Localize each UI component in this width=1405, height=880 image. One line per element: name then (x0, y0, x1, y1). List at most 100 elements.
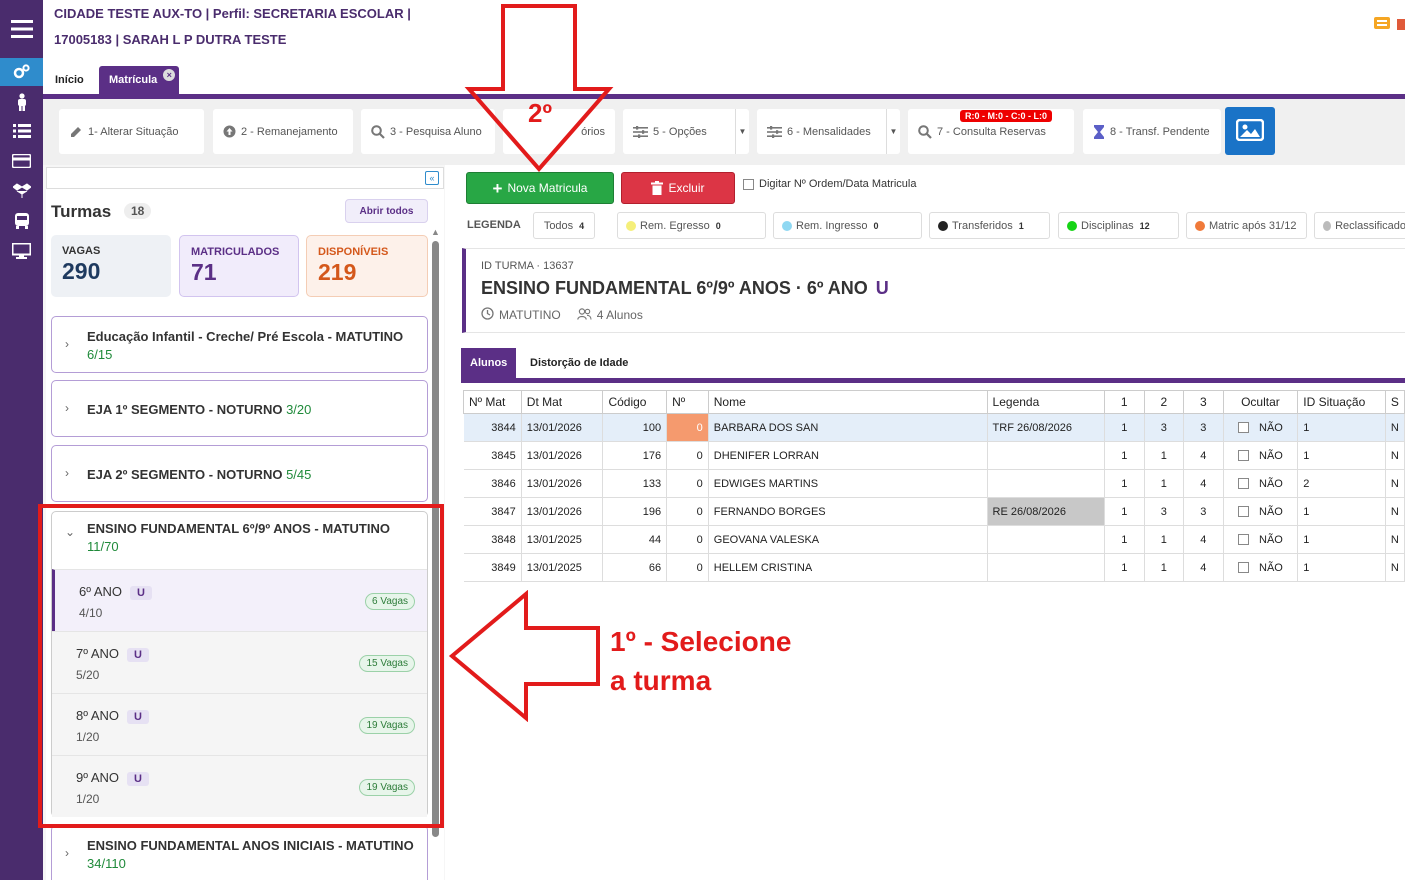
gears-icon[interactable] (0, 58, 43, 86)
turma-group-anos-iniciais[interactable]: › ENSINO FUNDAMENTAL ANOS INICIAIS - MAT… (51, 825, 428, 880)
cell-mat: 3844 (463, 413, 522, 442)
table-row[interactable]: 3847 13/01/2026 196 0 FERNANDO BORGES RE 26/0… (463, 497, 1405, 526)
disponiveis-label: DISPONÍVEIS (318, 246, 389, 258)
card-icon[interactable] (0, 147, 43, 175)
cell-nome: FERNANDO BORGES (708, 497, 988, 526)
tab-alunos[interactable]: Alunos (461, 348, 517, 378)
cell-c3: 3 (1183, 413, 1224, 442)
remanejamento-button[interactable]: 2 - Remanejamento (213, 109, 353, 154)
left-rail (0, 0, 43, 880)
legend-todos[interactable]: Todos 4 (533, 212, 595, 239)
col-3[interactable]: 3 (1183, 390, 1224, 414)
col-n[interactable]: Nº (666, 390, 709, 414)
consulta-reservas-button[interactable]: R:0 - M:0 - C:0 - L:0 7 - Consulta Reser… (908, 109, 1074, 154)
pencil-icon (69, 125, 83, 139)
opcoes-button[interactable]: 5 - Opções ▼ (623, 109, 749, 154)
cell-n: 0 (666, 413, 709, 442)
dropbox-icon[interactable] (0, 177, 43, 205)
header-user-line: 17005183 | SARAH L P DUTRA TESTE (54, 32, 287, 47)
cell-c2: 3 (1144, 413, 1185, 442)
arrow-up-circle-icon (223, 125, 236, 138)
group-count: 5/45 (286, 467, 312, 482)
image-gallery-button[interactable] (1225, 107, 1275, 155)
matriculados-stat: MATRICULADOS 71 (179, 235, 299, 297)
group-name: EJA 2º SEGMENTO - NOTURNO (87, 467, 283, 482)
col-nome[interactable]: Nome (707, 390, 988, 414)
abrir-todos-button[interactable]: Abrir todos (345, 199, 428, 223)
ocultar-checkbox[interactable] (1238, 506, 1249, 517)
turma-group-eja2[interactable]: › EJA 2º SEGMENTO - NOTURNO 5/45 (51, 445, 428, 502)
col-1[interactable]: 1 (1103, 390, 1145, 414)
col-id-situacao[interactable]: ID Situação (1297, 390, 1386, 414)
puzzle-icon[interactable] (1397, 16, 1405, 33)
excluir-button[interactable]: Excluir (621, 172, 735, 204)
tab-distorcao-idade[interactable]: Distorção de Idade (521, 348, 637, 378)
ocultar-checkbox[interactable] (1238, 422, 1249, 433)
ocultar-value: NÃO (1259, 449, 1283, 462)
mensalidades-dropdown-icon[interactable]: ▼ (886, 109, 900, 154)
hamburger-menu-icon[interactable] (0, 0, 43, 58)
cell-c1: 1 (1104, 525, 1145, 554)
table-row[interactable]: 3844 13/01/2026 100 0 BARBARA DOS SAN TRF 26/… (463, 413, 1405, 442)
col-n-mat[interactable]: Nº Mat (463, 390, 522, 414)
alterar-situacao-button[interactable]: 1- Alterar Situação (59, 109, 204, 154)
cell-sit: 1 (1297, 525, 1386, 554)
legend-rem-egresso[interactable]: Rem. Egresso 0 (617, 212, 766, 239)
digitar-ordem-checkbox[interactable]: Digitar Nº Ordem/Data Matricula (743, 178, 916, 190)
col-2[interactable]: 2 (1143, 390, 1185, 414)
person-icon[interactable] (0, 88, 43, 116)
turma-id: ID TURMA · 13637 (481, 260, 574, 272)
nova-matricula-button[interactable]: + Nova Matricula (466, 172, 614, 204)
ocultar-checkbox[interactable] (1238, 478, 1249, 489)
cell-dt: 13/01/2025 (521, 553, 604, 582)
table-row[interactable]: 3849 13/01/2025 66 0 HELLEM CRISTINA 1 1 4 NÃO 1 N (463, 553, 1405, 582)
ocultar-checkbox[interactable] (1238, 450, 1249, 461)
tab-inicio[interactable]: Início (45, 66, 94, 94)
cell-cod: 176 (602, 441, 668, 470)
legend-transferidos[interactable]: Transferidos 1 (929, 212, 1050, 239)
sliders-icon (633, 125, 648, 138)
close-tab-icon[interactable]: × (163, 69, 176, 81)
ocultar-checkbox[interactable] (1238, 562, 1249, 573)
scroll-up-icon[interactable]: ▲ (431, 227, 440, 237)
legend-count: 1 (1018, 220, 1024, 231)
monitor-icon[interactable] (0, 237, 43, 265)
clock-icon (481, 307, 494, 323)
ocultar-checkbox[interactable] (1238, 534, 1249, 545)
list-icon[interactable] (0, 117, 43, 145)
col-s[interactable]: S (1384, 390, 1405, 414)
cell-ocultar: NÃO (1223, 525, 1299, 554)
tab-matricula[interactable]: Matrícula × (99, 66, 180, 94)
legend-count: 12 (1139, 220, 1150, 231)
turma-group-infantil[interactable]: › Educação Infantil - Creche/ Pré Escola… (51, 316, 428, 373)
legend-rem-ingresso[interactable]: Rem. Ingresso 0 (773, 212, 922, 239)
cell-s: N (1385, 413, 1405, 442)
legend-disciplinas[interactable]: Disciplinas 12 (1058, 212, 1179, 239)
turma-group-eja1[interactable]: › EJA 1º SEGMENTO - NOTURNO 3/20 (51, 380, 428, 437)
table-row[interactable]: 3845 13/01/2026 176 0 DHENIFER LORRAN 1 1 4 NÃO 1… (463, 441, 1405, 470)
notes-icon[interactable] (1373, 16, 1391, 33)
cell-c3: 4 (1183, 469, 1224, 498)
annotation-step-1: 1º - Selecione a turma (610, 622, 791, 700)
mensalidades-button[interactable]: 6 - Mensalidades ▼ (757, 109, 900, 154)
legend-reclassificado[interactable]: Reclassificado (1314, 212, 1405, 239)
cell-dt: 13/01/2026 (521, 469, 604, 498)
group-name: ENSINO FUNDAMENTAL ANOS INICIAIS - MATUT… (87, 838, 414, 853)
col-legenda[interactable]: Legenda (986, 390, 1105, 414)
cell-n: 0 (666, 553, 709, 582)
ocultar-value: NÃO (1259, 421, 1283, 434)
checkbox-box[interactable] (743, 178, 754, 190)
col-codigo[interactable]: Código (602, 390, 668, 414)
table-row[interactable]: 3848 13/01/2025 44 0 GEOVANA VALESKA 1 1 4 NÃO 1 N (463, 525, 1405, 554)
transf-pendente-button[interactable]: 8 - Transf. Pendente (1083, 109, 1221, 154)
cell-sit: 1 (1297, 413, 1386, 442)
col-dt-mat[interactable]: Dt Mat (520, 390, 604, 414)
search-icon (918, 124, 932, 139)
legend-matric-apos[interactable]: Matric após 31/12 (1186, 212, 1307, 239)
table-row[interactable]: 3846 13/01/2026 133 0 EDWIGES MARTINS 1 1 4 NÃO 2… (463, 469, 1405, 498)
collapse-panel-icon[interactable]: « (425, 171, 439, 185)
col-ocultar[interactable]: Ocultar (1222, 390, 1299, 414)
opcoes-dropdown-icon[interactable]: ▼ (735, 109, 749, 154)
turmas-title: Turmas (51, 202, 112, 221)
bus-icon[interactable] (0, 207, 43, 235)
